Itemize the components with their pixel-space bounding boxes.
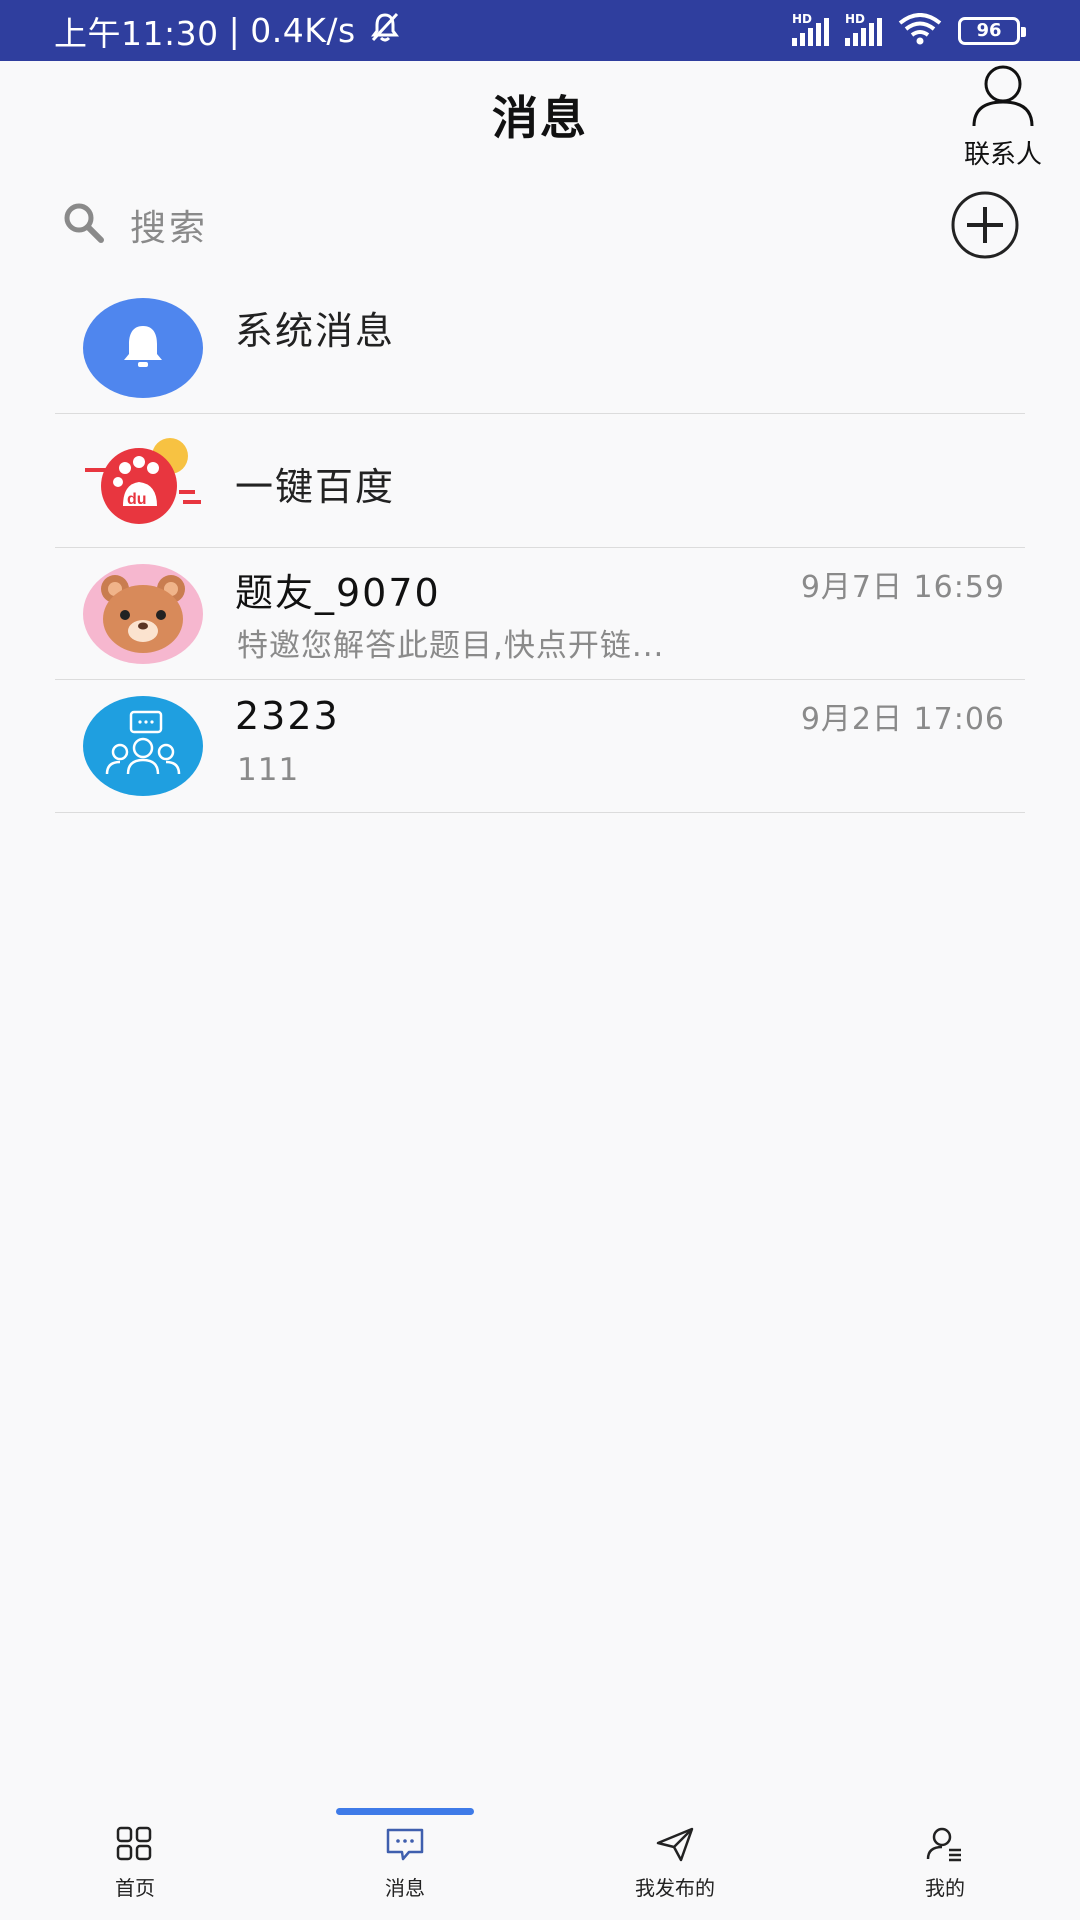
message-icon xyxy=(385,1826,425,1866)
nav-label: 我的 xyxy=(925,1876,965,1900)
signal-icon: HD xyxy=(792,12,829,46)
status-right: HD HD 96 xyxy=(792,12,1026,49)
contacts-button[interactable]: 联系人 xyxy=(948,64,1058,170)
signal-hd-label-2: HD xyxy=(845,11,866,26)
bear-avatar xyxy=(83,564,203,664)
nav-label: 我发布的 xyxy=(635,1876,715,1900)
group-avatar xyxy=(83,696,203,796)
search-bar[interactable]: 搜索 xyxy=(60,190,1020,260)
profile-icon xyxy=(925,1826,965,1866)
search-icon xyxy=(60,199,108,251)
nav-profile[interactable]: 我的 xyxy=(810,1808,1080,1920)
bottom-nav: 首页 消息 我发布的 我的 xyxy=(0,1808,1080,1920)
nav-home[interactable]: 首页 xyxy=(0,1808,270,1920)
add-button[interactable] xyxy=(950,190,1020,264)
conversation-list: 系统消息 du 一键百度 题友_9070 9月7日 16:59 特邀您解答此题目… xyxy=(55,282,1025,813)
status-time: 上午11:30 xyxy=(54,13,219,53)
conversation-name: 2323 xyxy=(235,694,340,738)
status-divider: | xyxy=(228,11,241,50)
network-speed: 0.4K/s xyxy=(250,11,356,50)
conversation-item-group[interactable]: 2323 9月2日 17:06 111 xyxy=(55,680,1025,813)
status-bar: 上午11:30 | 0.4K/s HD HD 96 xyxy=(0,0,1080,61)
search-input[interactable]: 搜索 xyxy=(130,199,208,251)
conversation-name: 一键百度 xyxy=(235,465,396,509)
nav-label: 首页 xyxy=(115,1876,155,1900)
page-title: 消息 xyxy=(492,91,588,145)
conversation-item-baidu[interactable]: du 一键百度 xyxy=(55,414,1025,548)
conversation-preview: 特邀您解答此题目,快点开链... xyxy=(237,628,665,664)
conversation-time: 9月7日 16:59 xyxy=(800,570,1005,605)
mute-bell-icon xyxy=(368,10,402,52)
status-left: 上午11:30 | 0.4K/s xyxy=(54,7,402,55)
svg-text:du: du xyxy=(127,491,147,508)
signal-icon-2: HD xyxy=(845,12,882,46)
nav-messages[interactable]: 消息 xyxy=(270,1808,540,1920)
battery-indicator: 96 xyxy=(958,16,1026,45)
conversation-item-system[interactable]: 系统消息 xyxy=(55,282,1025,414)
contacts-label: 联系人 xyxy=(963,140,1042,170)
conversation-preview: 111 xyxy=(237,752,300,788)
signal-hd-label: HD xyxy=(792,11,813,26)
conversation-name: 系统消息 xyxy=(235,309,396,353)
battery-level: 96 xyxy=(976,20,1002,41)
conversation-name: 题友_9070 xyxy=(235,571,441,615)
nav-published[interactable]: 我发布的 xyxy=(540,1808,810,1920)
active-tab-indicator xyxy=(336,1808,474,1815)
wifi-icon xyxy=(898,12,942,49)
baidu-avatar: du xyxy=(83,432,203,532)
nav-label: 消息 xyxy=(385,1876,425,1900)
conversation-item-friend[interactable]: 题友_9070 9月7日 16:59 特邀您解答此题目,快点开链... xyxy=(55,548,1025,680)
grid-icon xyxy=(115,1826,155,1866)
conversation-time: 9月2日 17:06 xyxy=(800,702,1005,737)
bell-avatar xyxy=(83,298,203,398)
contact-person-icon xyxy=(970,64,1036,132)
send-icon xyxy=(655,1826,695,1866)
